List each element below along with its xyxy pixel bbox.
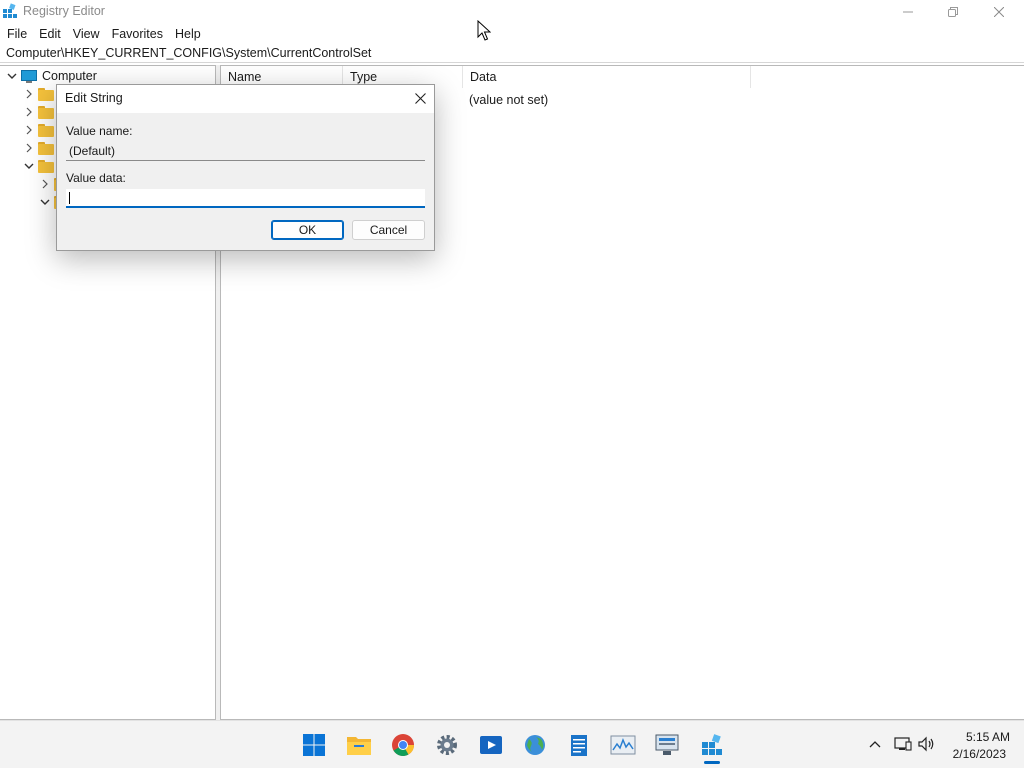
text-caret: [69, 192, 70, 204]
chevron-right-icon[interactable]: [23, 142, 35, 154]
tree-item-hive[interactable]: [23, 103, 54, 121]
value-data-label: Value data:: [66, 171, 126, 185]
close-icon: [414, 92, 426, 104]
taskbar-performance-monitor[interactable]: [609, 731, 637, 759]
folder-icon: [38, 105, 54, 119]
taskbar-notepad[interactable]: [565, 731, 593, 759]
clock-date[interactable]: 2/16/2023: [940, 747, 1006, 761]
ok-button[interactable]: OK: [271, 220, 344, 240]
tray-overflow-button[interactable]: [866, 735, 884, 753]
tree-item-hive[interactable]: [23, 121, 54, 139]
chevron-right-icon[interactable]: [39, 178, 51, 190]
taskbar-media-player[interactable]: [477, 731, 505, 759]
network-icon: [894, 737, 912, 751]
maximize-icon: [948, 7, 958, 17]
chevron-right-icon[interactable]: [23, 88, 35, 100]
chevron-down-icon[interactable]: [6, 70, 18, 82]
address-bar[interactable]: Computer\HKEY_CURRENT_CONFIG\System\Curr…: [0, 44, 1024, 63]
tree-item-computer[interactable]: Computer: [6, 67, 97, 85]
minimize-icon: [903, 11, 913, 13]
chevron-right-icon[interactable]: [23, 124, 35, 136]
active-app-indicator: [704, 761, 720, 764]
maximize-button[interactable]: [930, 0, 976, 24]
menu-bar: File Edit View Favorites Help: [0, 24, 1024, 44]
folder-icon: [38, 87, 54, 101]
chrome-icon: [392, 734, 414, 756]
value-name-field: (Default): [66, 142, 425, 161]
taskbar-file-explorer[interactable]: [345, 731, 373, 759]
settings-icon: [437, 735, 457, 755]
volume-icon: [918, 736, 934, 752]
chevron-up-icon: [869, 741, 881, 748]
close-button[interactable]: [976, 0, 1022, 24]
minimize-button[interactable]: [885, 0, 931, 24]
chevron-right-icon[interactable]: [23, 106, 35, 118]
tree-item-hive-expanded[interactable]: [23, 157, 54, 175]
tree-item-hive[interactable]: [23, 85, 54, 103]
taskbar-settings[interactable]: [433, 731, 461, 759]
value-data-cell[interactable]: (value not set): [469, 91, 548, 109]
globe-icon: [525, 735, 545, 755]
menu-view[interactable]: View: [67, 24, 106, 44]
notepad-icon: [571, 735, 587, 756]
cancel-button[interactable]: Cancel: [352, 220, 425, 240]
tray-network[interactable]: [894, 735, 912, 753]
media-player-icon: [480, 736, 502, 754]
file-explorer-icon: [347, 737, 371, 755]
clock-time[interactable]: 5:15 AM: [944, 730, 1010, 744]
registry-editor-icon: [702, 734, 722, 755]
taskbar-registry-editor[interactable]: [698, 731, 726, 759]
dialog-body: Value name: (Default) Value data: OK Can…: [57, 113, 434, 250]
tree-item-label: Computer: [42, 69, 97, 83]
menu-favorites[interactable]: Favorites: [106, 24, 169, 44]
menu-edit[interactable]: Edit: [33, 24, 67, 44]
mouse-cursor-icon: [477, 20, 491, 41]
dialog-title: Edit String: [65, 91, 123, 105]
start-button[interactable]: [300, 731, 328, 759]
taskbar-chrome[interactable]: [389, 731, 417, 759]
folder-icon: [38, 123, 54, 137]
remote-desktop-icon: [655, 734, 679, 755]
performance-monitor-icon: [610, 735, 636, 755]
folder-icon: [38, 159, 54, 173]
chevron-down-icon[interactable]: [39, 196, 51, 208]
folder-icon: [38, 141, 54, 155]
chevron-down-icon[interactable]: [23, 160, 35, 172]
window-title: Registry Editor: [23, 4, 105, 18]
taskbar-globe[interactable]: [521, 731, 549, 759]
registry-editor-icon: [3, 3, 17, 18]
title-bar: Registry Editor: [0, 0, 1024, 24]
edit-string-dialog: Edit String Value name: (Default) Value …: [56, 84, 435, 251]
value-name-label: Value name:: [66, 124, 133, 138]
computer-icon: [21, 69, 37, 83]
start-icon: [303, 734, 325, 756]
close-icon: [994, 7, 1004, 17]
dialog-close-button[interactable]: [406, 85, 434, 111]
tray-volume[interactable]: [918, 735, 936, 753]
tree-item-hive[interactable]: [23, 139, 54, 157]
taskbar-remote-desktop[interactable]: [653, 731, 681, 759]
column-header-data[interactable]: Data: [463, 66, 751, 88]
menu-file[interactable]: File: [0, 24, 33, 44]
menu-help[interactable]: Help: [169, 24, 207, 44]
value-data-input[interactable]: [66, 189, 425, 208]
taskbar: 5:15 AM 2/16/2023: [0, 720, 1024, 768]
